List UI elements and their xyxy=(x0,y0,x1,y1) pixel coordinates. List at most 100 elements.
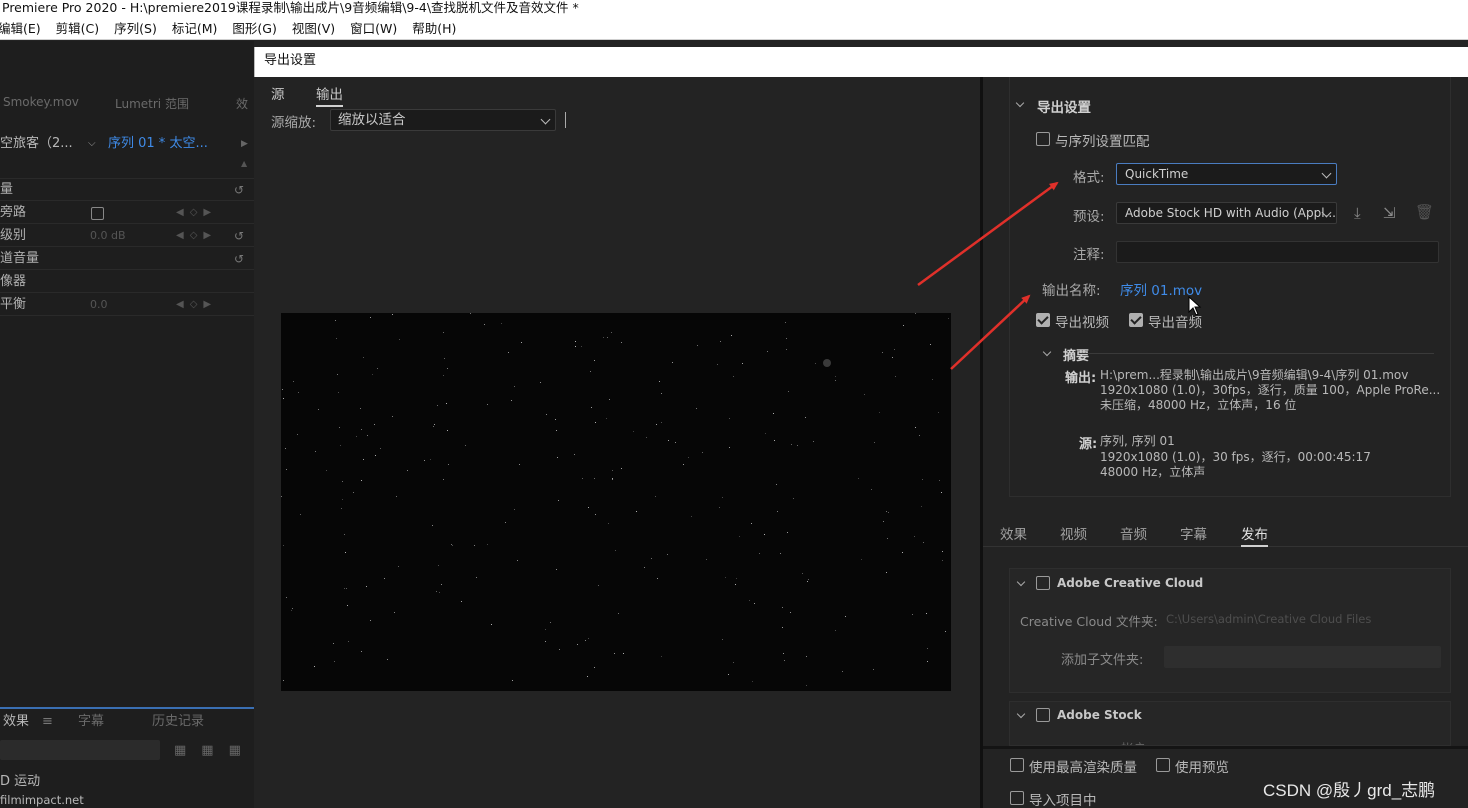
format-dropdown[interactable]: QuickTime xyxy=(1116,163,1337,185)
star-dot xyxy=(334,661,335,662)
star-dot xyxy=(618,613,619,614)
star-dot xyxy=(582,478,583,479)
star-dot xyxy=(806,685,807,686)
star-dot xyxy=(374,424,375,425)
max-render-quality-checkbox[interactable] xyxy=(1010,758,1024,772)
star-dot xyxy=(394,612,395,613)
import-preset-icon[interactable]: ⇲ xyxy=(1383,204,1396,222)
menu-edit[interactable]: 编辑(E) xyxy=(0,21,41,36)
bypass-checkbox[interactable] xyxy=(91,207,104,220)
menu-clip[interactable]: 剪辑(C) xyxy=(56,21,99,36)
tab-output[interactable]: 输出 xyxy=(316,83,343,107)
param-value[interactable]: 0.0 xyxy=(90,294,108,316)
star-dot xyxy=(759,553,760,554)
keyframe-nav-icon[interactable]: ◀◇▶ xyxy=(176,294,217,316)
menu-graphics[interactable]: 图形(G) xyxy=(232,21,276,36)
star-dot xyxy=(879,412,880,413)
tab-publish[interactable]: 发布 xyxy=(1241,523,1268,547)
star-dot xyxy=(446,403,447,404)
star-dot xyxy=(341,508,342,509)
star-dot xyxy=(356,436,357,437)
tab-source[interactable]: 源 xyxy=(271,83,285,103)
star-dot xyxy=(550,622,551,623)
keyframe-nav-icon[interactable]: ◀◇▶ xyxy=(176,202,217,224)
star-dot xyxy=(927,661,928,662)
effects-search-input[interactable] xyxy=(0,740,160,760)
use-previews-checkbox[interactable] xyxy=(1156,758,1170,772)
preset-dropdown[interactable]: Adobe Stock HD with Audio (Appl... xyxy=(1116,202,1337,224)
star-dot xyxy=(476,577,477,578)
reset-icon[interactable]: ↺ xyxy=(234,179,244,201)
star-dot xyxy=(717,364,718,365)
star-dot xyxy=(606,418,607,419)
star-dot xyxy=(895,376,896,377)
import-into-project-checkbox[interactable] xyxy=(1010,791,1024,805)
reset-icon[interactable]: ↺ xyxy=(234,225,244,247)
star-dot xyxy=(729,418,730,419)
star-dot xyxy=(945,631,946,632)
collapse-arrow-icon[interactable] xyxy=(1016,709,1026,719)
sequence-selector[interactable]: 空旅客（2... ⌵ 序列 01 * 太空... ▶ xyxy=(0,133,254,155)
star-dot xyxy=(447,368,448,369)
mouse-cursor-icon xyxy=(1188,296,1202,316)
subfolder-input[interactable] xyxy=(1164,646,1441,668)
menu-sequence[interactable]: 序列(S) xyxy=(114,21,157,36)
play-icon[interactable]: ▶ xyxy=(241,133,248,155)
bottom-panel-tabs: 效果 ≡ 字幕 历史记录 xyxy=(0,707,254,735)
keyframe-nav-icon[interactable]: ◀◇▶ xyxy=(176,225,217,247)
effect-item[interactable]: filmimpact.net xyxy=(0,793,84,807)
source-scaling-dropdown[interactable]: 缩放以适合 xyxy=(330,109,556,131)
star-dot xyxy=(491,624,492,625)
chevron-down-icon[interactable]: ⌵ xyxy=(88,133,96,155)
star-dot xyxy=(447,430,448,431)
menu-marker[interactable]: 标记(M) xyxy=(172,21,218,36)
star-dot xyxy=(777,511,778,512)
effect-item[interactable]: D 运动 xyxy=(0,770,40,789)
star-dot xyxy=(802,573,803,574)
star-dot xyxy=(377,368,378,369)
menu-help[interactable]: 帮助(H) xyxy=(412,21,456,36)
export-video-checkbox[interactable] xyxy=(1036,313,1050,327)
tab-captions[interactable]: 字幕 xyxy=(1180,523,1207,543)
star-dot xyxy=(558,500,559,501)
reset-icon[interactable]: ↺ xyxy=(234,248,244,270)
cc-folder-value[interactable]: C:\Users\admin\Creative Cloud Files xyxy=(1166,612,1371,626)
effects-filter-icons[interactable]: ▦▦▦ xyxy=(174,743,254,758)
star-dot xyxy=(793,498,794,499)
collapse-arrow-icon[interactable] xyxy=(1016,577,1026,587)
star-dot xyxy=(922,479,923,480)
tab-smokey[interactable]: Smokey.mov xyxy=(3,95,79,109)
star-dot xyxy=(333,643,334,644)
tab-effects[interactable]: 效果 xyxy=(1000,523,1027,543)
menu-window[interactable]: 窗口(W) xyxy=(350,21,397,36)
tab-video[interactable]: 视频 xyxy=(1060,523,1087,543)
delete-preset-icon[interactable]: 🗑 xyxy=(1415,203,1434,221)
star-dot xyxy=(614,653,615,654)
star-dot xyxy=(912,614,913,615)
adobe-stock-checkbox[interactable] xyxy=(1036,708,1050,722)
star-dot xyxy=(437,405,438,406)
tab-effects-partial[interactable]: 效 xyxy=(236,95,248,112)
star-dot xyxy=(338,392,339,393)
tab-lumetri-scopes[interactable]: Lumetri 范围 xyxy=(115,95,189,112)
star-dot xyxy=(668,440,669,441)
star-dot xyxy=(298,392,299,393)
tab-effects[interactable]: 效果 xyxy=(3,709,29,735)
match-sequence-checkbox[interactable] xyxy=(1036,132,1050,146)
param-value[interactable]: 0.0 dB xyxy=(90,225,126,247)
tab-captions[interactable]: 字幕 xyxy=(78,709,104,735)
star-dot xyxy=(736,578,737,579)
star-dot xyxy=(842,671,843,672)
tab-audio[interactable]: 音频 xyxy=(1120,523,1147,543)
menu-icon[interactable]: ≡ xyxy=(42,709,53,735)
save-preset-icon[interactable]: ⤓ xyxy=(1354,204,1361,222)
star-dot xyxy=(938,412,939,413)
tab-history[interactable]: 历史记录 xyxy=(152,709,204,735)
scroll-up-icon[interactable]: ▲ xyxy=(241,159,247,168)
menu-view[interactable]: 视图(V) xyxy=(292,21,335,36)
creative-cloud-checkbox[interactable] xyxy=(1036,576,1050,590)
star-dot xyxy=(342,499,343,500)
comment-input[interactable] xyxy=(1116,241,1439,263)
export-audio-checkbox[interactable] xyxy=(1129,313,1143,327)
target-sequence-name[interactable]: 序列 01 * 太空... xyxy=(108,133,208,155)
